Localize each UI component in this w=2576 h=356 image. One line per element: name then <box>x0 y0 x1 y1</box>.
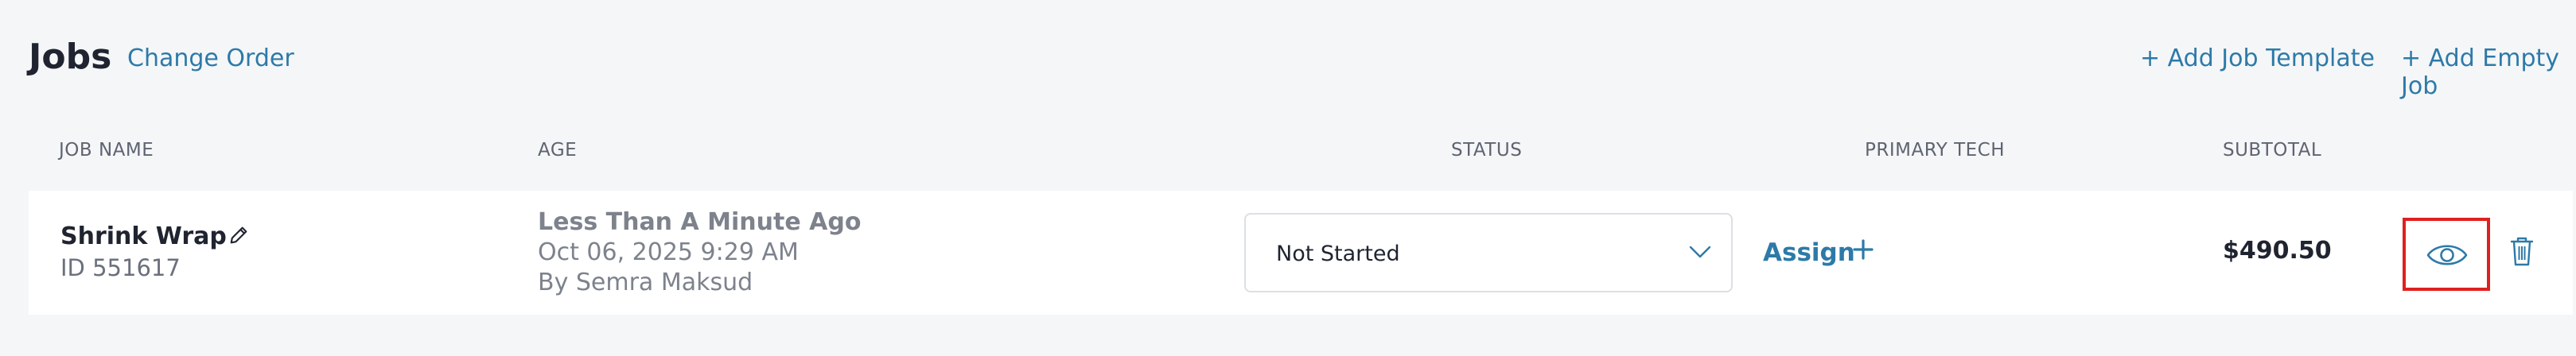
job-id: ID 551617 <box>60 254 181 281</box>
page-header: Jobs Change Order + Add Job Template + A… <box>29 32 2576 100</box>
plus-icon[interactable] <box>1852 238 1874 261</box>
job-created-by: By Semra Maksud <box>538 269 753 296</box>
job-subtotal: $490.50 <box>2223 237 2332 265</box>
column-header-primary-tech: PRIMARY TECH <box>1865 140 2006 161</box>
job-row: Shrink Wrap ID 551617 Less Than A Minute… <box>29 191 2573 315</box>
add-job-template-link[interactable]: + Add Job Template <box>2140 44 2375 72</box>
status-value: Not Started <box>1276 242 1400 266</box>
column-header-age: AGE <box>538 140 578 161</box>
pencil-icon[interactable] <box>228 224 250 246</box>
assign-tech-button[interactable]: Assign <box>1763 238 1855 267</box>
column-header-status: STATUS <box>1451 140 1523 161</box>
trash-icon[interactable] <box>2509 235 2535 267</box>
view-job-button[interactable] <box>2403 218 2490 291</box>
job-age-relative: Less Than A Minute Ago <box>538 208 862 236</box>
change-order-link[interactable]: Change Order <box>127 44 294 72</box>
eye-icon <box>2426 245 2468 265</box>
column-header-subtotal: SUBTOTAL <box>2223 140 2322 161</box>
column-header-job-name: JOB NAME <box>59 140 154 161</box>
page-title: Jobs <box>29 37 112 77</box>
add-empty-job-link[interactable]: + Add Empty Job <box>2401 44 2576 100</box>
chevron-down-icon <box>1689 246 1711 258</box>
job-name: Shrink Wrap <box>60 222 227 250</box>
status-dropdown[interactable]: Not Started <box>1244 213 1733 292</box>
job-age-date: Oct 06, 2025 9:29 AM <box>538 238 799 266</box>
